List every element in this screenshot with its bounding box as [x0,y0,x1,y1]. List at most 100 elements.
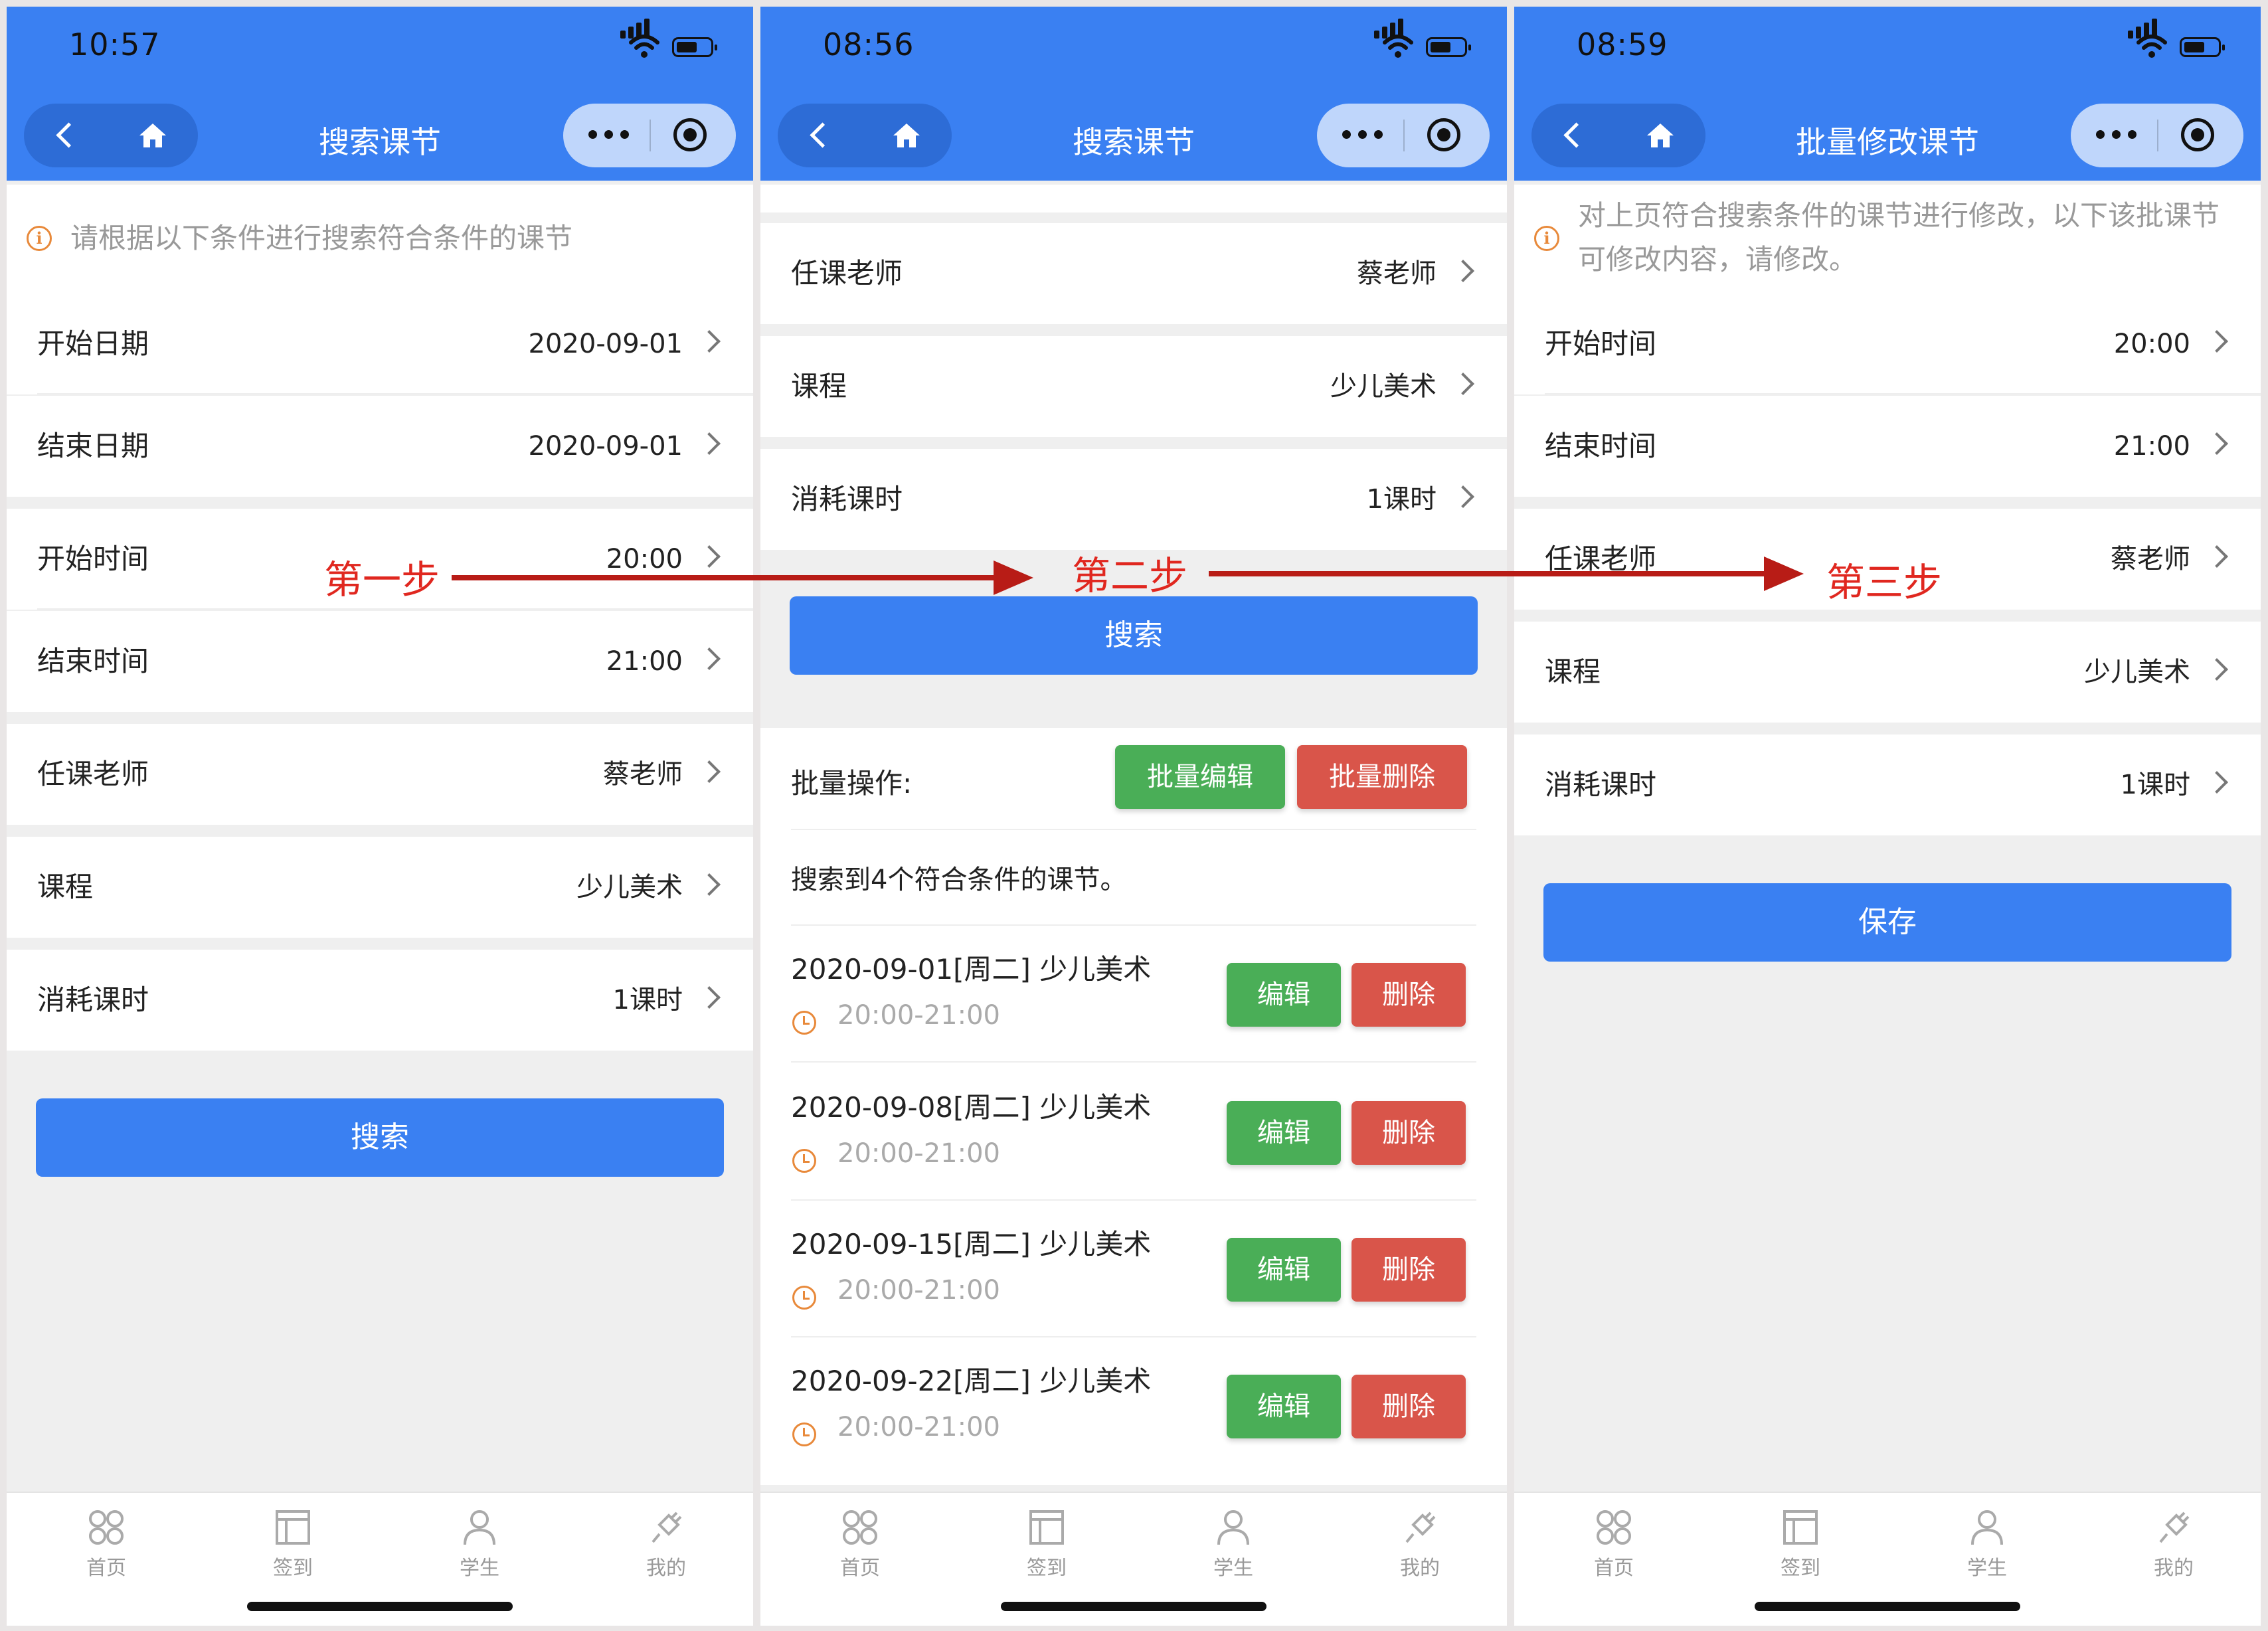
field-teacher[interactable]: 任课老师 蔡老师 [760,223,1507,324]
tab-mine[interactable]: 我的 [2134,1507,2214,1581]
plug-icon [2159,1511,2190,1543]
tab-mine[interactable]: 我的 [626,1507,706,1581]
more-dots-icon[interactable] [2096,130,2137,141]
status-bar: 10:57 [7,7,753,92]
phone-screen-results: 08:56 搜索课节 任课老师 蔡老师 课程 少儿美术 消耗课时 1课时 搜索 … [760,7,1507,1626]
field-value: 蔡老师 [1357,258,1437,289]
field-teacher[interactable]: 任课老师 蔡老师 [7,724,753,825]
target-icon[interactable] [1427,118,1460,151]
field-value: 1课时 [612,985,683,1015]
capsule-divider [2157,120,2158,151]
field-label: 课程 [37,871,94,903]
tab-checkin[interactable]: 签到 [1761,1507,1840,1581]
step-arrow-1 [452,575,996,580]
field-course[interactable]: 课程 少儿美术 [760,336,1507,437]
tab-home[interactable]: 首页 [66,1507,146,1581]
notice-text: 对上页符合搜索条件的课节进行修改，以下该批课节可修改内容，请修改。 [1578,199,2220,276]
field-value: 1课时 [1366,484,1437,515]
grid-icon [1597,1510,1631,1545]
tab-checkin[interactable]: 签到 [253,1507,333,1581]
field-end-time[interactable]: 结束时间 21:00 [7,611,753,712]
edit-button[interactable]: 编辑 [1227,1101,1341,1165]
target-icon[interactable] [673,118,707,151]
chevron-right-icon [2206,545,2228,568]
plug-icon [652,1511,682,1543]
delete-button[interactable]: 删除 [1352,963,1466,1027]
clock-icon [792,1149,816,1173]
capsule-divider [650,120,651,151]
field-class-hours[interactable]: 消耗课时 1课时 [7,950,753,1051]
chevron-right-icon [1452,373,1474,395]
chevron-right-icon [698,432,721,455]
search-button[interactable]: 搜索 [36,1098,724,1177]
field-class-hours[interactable]: 消耗课时 1课时 [1514,734,2261,835]
field-label: 结束时间 [1545,430,1657,462]
tab-checkin[interactable]: 签到 [1007,1507,1087,1581]
tab-label: 签到 [273,1557,313,1580]
clock-icon [792,1422,816,1446]
batch-edit-button[interactable]: 批量编辑 [1115,745,1285,809]
batch-delete-button[interactable]: 批量删除 [1297,745,1467,809]
lesson-title: 2020-09-01[周二] 少儿美术 [791,953,1152,986]
edit-button[interactable]: 编辑 [1227,1375,1341,1438]
chevron-right-icon [2206,771,2228,794]
more-dots-icon[interactable] [588,130,630,141]
more-dots-icon[interactable] [1342,130,1383,141]
delete-button[interactable]: 删除 [1352,1375,1466,1438]
list-item: 2020-09-15[周二] 少儿美术 20:00-21:00 编辑 删除 [760,1201,1507,1337]
step-arrow-2 [1209,571,1767,576]
tab-label: 首页 [840,1557,880,1580]
field-course[interactable]: 课程 少儿美术 [7,837,753,938]
field-course[interactable]: 课程 少儿美术 [1514,622,2261,723]
tab-students[interactable]: 学生 [1193,1507,1273,1581]
field-end-time[interactable]: 结束时间 21:00 [1514,396,2261,497]
field-value: 少儿美术 [576,872,683,902]
edit-button[interactable]: 编辑 [1227,1238,1341,1302]
nav-bar: 搜索课节 [760,92,1507,181]
field-end-date[interactable]: 结束日期 2020-09-01 [7,396,753,497]
field-label: 课程 [791,370,847,402]
wifi-icon [629,35,659,58]
mini-program-capsule [563,104,736,167]
list-item: 2020-09-01[周二] 少儿美术 20:00-21:00 编辑 删除 [760,926,1507,1063]
tab-label: 签到 [1027,1557,1067,1580]
target-icon[interactable] [2181,118,2214,151]
field-value: 1课时 [2120,770,2190,800]
tab-home[interactable]: 首页 [820,1507,900,1581]
tab-label: 首页 [1594,1557,1634,1580]
person-icon [464,1510,495,1545]
mini-program-capsule [2071,104,2243,167]
chevron-right-icon [698,873,721,896]
delete-button[interactable]: 删除 [1352,1238,1466,1302]
wifi-icon [1383,35,1413,58]
field-value: 21:00 [606,646,683,677]
chevron-right-icon [698,986,721,1009]
tab-home[interactable]: 首页 [1574,1507,1654,1581]
field-value: 蔡老师 [603,759,683,790]
tab-mine[interactable]: 我的 [1380,1507,1460,1581]
field-value: 少儿美术 [2084,657,2190,687]
status-time: 08:59 [1577,27,1668,62]
delete-button[interactable]: 删除 [1352,1101,1466,1165]
tab-label: 我的 [1400,1557,1440,1580]
field-label: 结束时间 [37,645,149,677]
field-label: 任课老师 [37,758,149,790]
status-time: 08:56 [823,27,915,62]
field-start-date[interactable]: 开始日期 2020-09-01 [7,294,753,394]
edit-button[interactable]: 编辑 [1227,963,1341,1027]
tab-students[interactable]: 学生 [1947,1507,2027,1581]
search-button[interactable]: 搜索 [790,596,1478,675]
info-icon: i [1534,226,1559,251]
save-button[interactable]: 保存 [1543,883,2231,962]
tab-label: 学生 [1967,1557,2007,1580]
field-class-hours[interactable]: 消耗课时 1课时 [760,449,1507,550]
capsule-divider [1403,120,1405,151]
field-start-time[interactable]: 开始时间 20:00 [1514,294,2261,394]
divider [791,829,1476,830]
tab-students[interactable]: 学生 [440,1507,519,1581]
lesson-time: 20:00-21:00 [837,1275,1000,1306]
battery-icon [2180,37,2225,57]
person-icon [1971,1510,2003,1545]
status-bar: 08:56 [760,7,1507,92]
info-icon: i [27,226,52,251]
